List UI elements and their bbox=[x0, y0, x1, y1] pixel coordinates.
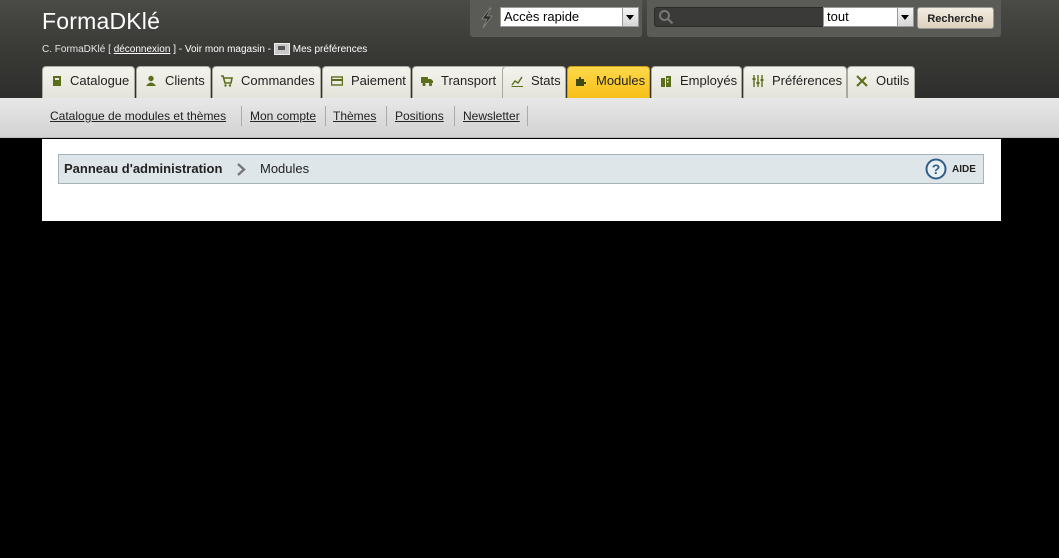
chevron-right-icon bbox=[237, 163, 246, 176]
search-icon bbox=[659, 10, 674, 25]
breadcrumb-root[interactable]: Panneau d'administration bbox=[64, 155, 222, 183]
submenu-divider bbox=[241, 106, 242, 126]
submenu-divider bbox=[325, 106, 326, 126]
search-scope-select[interactable]: tout bbox=[823, 7, 914, 27]
sliders-icon bbox=[752, 75, 764, 87]
puzzle-icon bbox=[576, 77, 586, 86]
tab-catalogue[interactable]: Catalogue bbox=[42, 66, 135, 98]
truck-icon bbox=[421, 77, 433, 87]
book-icon bbox=[53, 76, 61, 86]
header-bar: FormaDKlé C. FormaDKlé [ déconnexion ] -… bbox=[0, 0, 1059, 98]
tab-clients[interactable]: Clients bbox=[136, 66, 211, 98]
tab-commandes[interactable]: Commandes bbox=[212, 66, 321, 98]
view-store-link[interactable]: ] - Voir mon magasin - bbox=[173, 44, 271, 55]
building-icon bbox=[661, 76, 671, 87]
lightning-icon bbox=[481, 7, 493, 29]
submenu-item[interactable]: Thèmes bbox=[333, 98, 376, 137]
submenu-item[interactable]: Positions bbox=[395, 98, 444, 137]
tab-stats[interactable]: Stats bbox=[502, 66, 566, 98]
tab-employes[interactable]: Employés bbox=[651, 66, 742, 98]
tab-label: Clients bbox=[165, 73, 205, 88]
quick-access-value: Accès rapide bbox=[504, 9, 580, 24]
tab-modules[interactable]: Modules bbox=[567, 66, 650, 98]
user-name: C. FormaDKlé [ bbox=[42, 43, 111, 55]
tab-label: Préférences bbox=[772, 73, 843, 88]
help-label: AIDE bbox=[952, 164, 976, 175]
submenu-divider bbox=[386, 106, 387, 126]
tools-icon bbox=[856, 75, 868, 87]
user-line: C. FormaDKlé [ déconnexion ] - Voir mon … bbox=[42, 43, 367, 55]
search-scope-value: tout bbox=[827, 9, 849, 24]
sub-menu: Catalogue de modules et thèmes Mon compte… bbox=[0, 98, 1059, 138]
tab-label: Outils bbox=[876, 73, 910, 88]
tab-paiement[interactable]: Paiement bbox=[322, 66, 411, 98]
submenu-divider bbox=[454, 106, 455, 126]
quick-access-select[interactable]: Accès rapide bbox=[500, 7, 639, 27]
user-icon bbox=[146, 75, 156, 86]
tab-preferences[interactable]: Préférences bbox=[743, 66, 847, 98]
tab-label: Stats bbox=[531, 73, 561, 88]
breadcrumb-current: Modules bbox=[260, 161, 310, 176]
tab-outils[interactable]: Outils bbox=[847, 66, 915, 98]
breadcrumb: Panneau d'administration Modules ? AIDE bbox=[58, 154, 984, 184]
cart-icon bbox=[221, 75, 233, 87]
chevron-down-icon bbox=[897, 8, 913, 26]
submenu-item[interactable]: Newsletter bbox=[463, 98, 520, 137]
svg-text:?: ? bbox=[932, 161, 941, 177]
tab-label: Commandes bbox=[241, 73, 315, 88]
tab-label: Modules bbox=[596, 73, 646, 88]
tab-label: Transport bbox=[441, 73, 497, 88]
chart-icon bbox=[511, 76, 523, 87]
search-button[interactable]: Recherche bbox=[917, 7, 994, 29]
tab-transport[interactable]: Transport bbox=[412, 66, 512, 98]
shop-name: FormaDKlé bbox=[42, 8, 161, 34]
tab-label: Paiement bbox=[351, 73, 406, 88]
content-panel: Panneau d'administration Modules ? AIDE bbox=[42, 139, 1001, 221]
submenu-item[interactable]: Catalogue de modules et thèmes bbox=[50, 98, 226, 137]
card-icon bbox=[331, 76, 343, 86]
logout-link[interactable]: déconnexion bbox=[114, 44, 171, 55]
help-icon: ? bbox=[925, 158, 947, 180]
submenu-divider bbox=[527, 106, 528, 126]
tab-label: Catalogue bbox=[70, 73, 130, 88]
search-input[interactable] bbox=[654, 7, 824, 27]
preferences-link[interactable]: Mes préférences bbox=[293, 44, 367, 55]
submenu-item[interactable]: Mon compte bbox=[250, 98, 316, 137]
chevron-down-icon bbox=[622, 8, 638, 26]
preferences-icon bbox=[273, 43, 290, 55]
tab-label: Employés bbox=[680, 73, 738, 88]
